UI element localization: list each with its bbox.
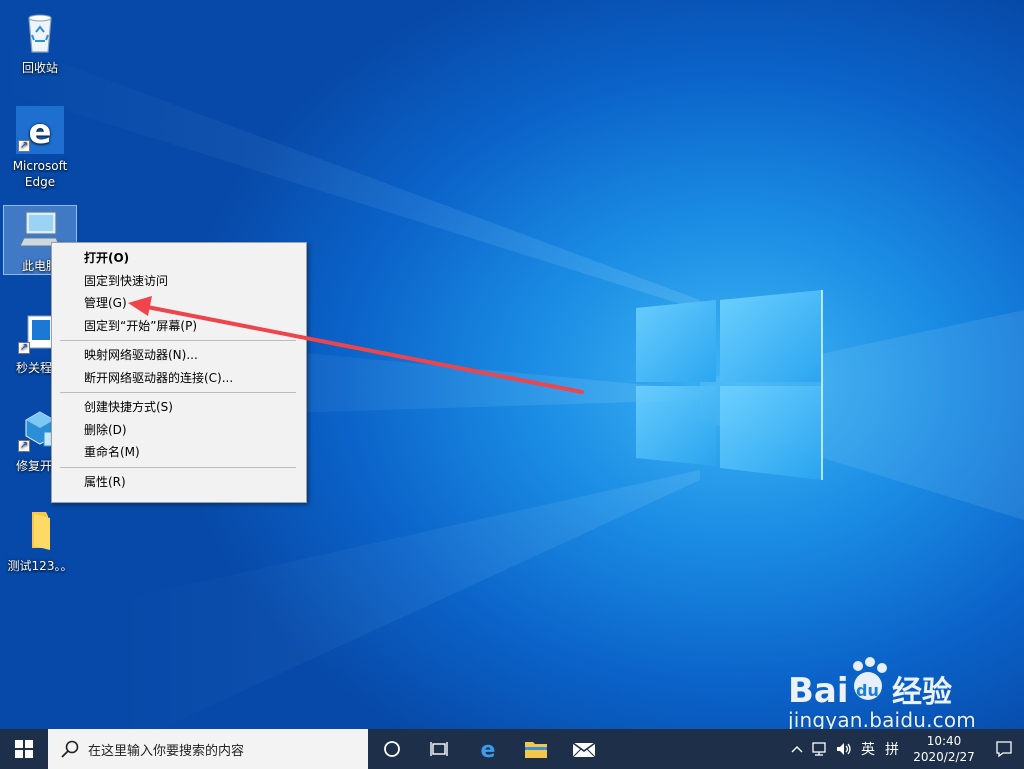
context-menu: 打开(O) 固定到快速访问 管理(G) 固定到“开始”屏幕(P) 映射网络驱动器…	[51, 242, 307, 503]
desktop-icon-label: 测试123。。	[7, 559, 73, 573]
edge-icon: e	[481, 738, 496, 761]
svg-text:e: e	[28, 112, 51, 152]
label-line: Edge	[24, 175, 56, 189]
svg-text:Bai: Bai	[788, 671, 849, 711]
shortcut-arrow-icon: ↗	[18, 440, 30, 452]
desktop[interactable]: 回收站 e ↗ Microsoft Edge 此电脑 ↗ 秒关程序 ↗ 修复开机…	[0, 0, 1024, 729]
action-center-button[interactable]	[984, 729, 1024, 769]
file-explorer-icon	[525, 742, 547, 758]
volume-icon	[837, 743, 851, 755]
taskbar-search-box[interactable]: 在这里输入你要搜索的内容	[48, 729, 368, 769]
search-placeholder: 在这里输入你要搜索的内容	[88, 743, 245, 759]
menu-item-disconnect-drive[interactable]: 断开网络驱动器的连接(C)...	[52, 367, 306, 390]
chevron-up-icon	[791, 746, 803, 753]
menu-separator	[60, 392, 296, 393]
menu-item-properties[interactable]: 属性(R)	[52, 471, 306, 494]
menu-item-open[interactable]: 打开(O)	[52, 247, 306, 270]
label-line: Microsoft	[12, 159, 68, 173]
recycle-bin-icon	[16, 8, 64, 56]
ime-mode-indicator[interactable]: 拼	[880, 729, 904, 769]
cortana-button[interactable]	[368, 729, 416, 769]
svg-text:du: du	[856, 681, 879, 700]
taskbar-explorer-button[interactable]	[512, 729, 560, 769]
svg-text:经验: 经验	[892, 675, 952, 710]
shortcut-arrow-icon: ↗	[18, 342, 30, 354]
system-tray: 英 拼 10:40 2020/2/27	[786, 729, 1024, 769]
taskbar-mail-button[interactable]	[560, 729, 608, 769]
search-icon	[61, 740, 79, 758]
desktop-icon-recycle-bin[interactable]: 回收站	[3, 8, 77, 76]
clock-time: 10:40	[926, 734, 962, 748]
windows-start-icon	[15, 740, 33, 758]
clock-date: 2020/2/27	[913, 750, 975, 764]
desktop-icon-label: 回收站	[21, 61, 58, 75]
tray-overflow-button[interactable]	[786, 729, 808, 769]
menu-item-create-shortcut[interactable]: 创建快捷方式(S)	[52, 396, 306, 419]
menu-item-pin-quick-access[interactable]: 固定到快速访问	[52, 270, 306, 293]
desktop-icon-folder[interactable]: 测试123。。	[3, 506, 77, 574]
task-view-button[interactable]	[416, 729, 464, 769]
svg-text:e: e	[481, 738, 496, 761]
windows-logo	[636, 290, 823, 480]
tray-volume-button[interactable]	[832, 729, 856, 769]
menu-item-manage[interactable]: 管理(G)	[52, 292, 306, 315]
shortcut-arrow-icon: ↗	[18, 140, 30, 152]
menu-item-map-drive[interactable]: 映射网络驱动器(N)...	[52, 344, 306, 367]
taskbar: 在这里输入你要搜索的内容 e 英 拼 10:40 2020/2/27	[0, 729, 1024, 769]
folder-icon	[16, 506, 64, 554]
menu-item-delete[interactable]: 删除(D)	[52, 419, 306, 442]
start-button[interactable]	[0, 729, 48, 769]
taskbar-edge-button[interactable]: e	[464, 729, 512, 769]
desktop-icon-edge[interactable]: e ↗ Microsoft Edge	[3, 106, 77, 190]
edge-icon: e ↗	[16, 106, 64, 154]
tray-network-button[interactable]	[808, 729, 832, 769]
menu-item-rename[interactable]: 重命名(M)	[52, 441, 306, 464]
ime-language-indicator[interactable]: 英	[856, 729, 880, 769]
desktop-icon-label: Microsoft Edge	[3, 158, 77, 190]
menu-item-pin-start[interactable]: 固定到“开始”屏幕(P)	[52, 315, 306, 338]
clock[interactable]: 10:40 2020/2/27	[904, 729, 984, 769]
task-view-icon	[430, 742, 448, 756]
mail-icon	[572, 742, 596, 758]
notification-icon	[996, 741, 1012, 758]
menu-separator	[60, 466, 296, 468]
menu-separator	[60, 340, 296, 341]
watermark-url: jingyan.baidu.com	[788, 708, 976, 729]
cortana-icon	[384, 741, 400, 757]
network-icon	[812, 742, 826, 756]
